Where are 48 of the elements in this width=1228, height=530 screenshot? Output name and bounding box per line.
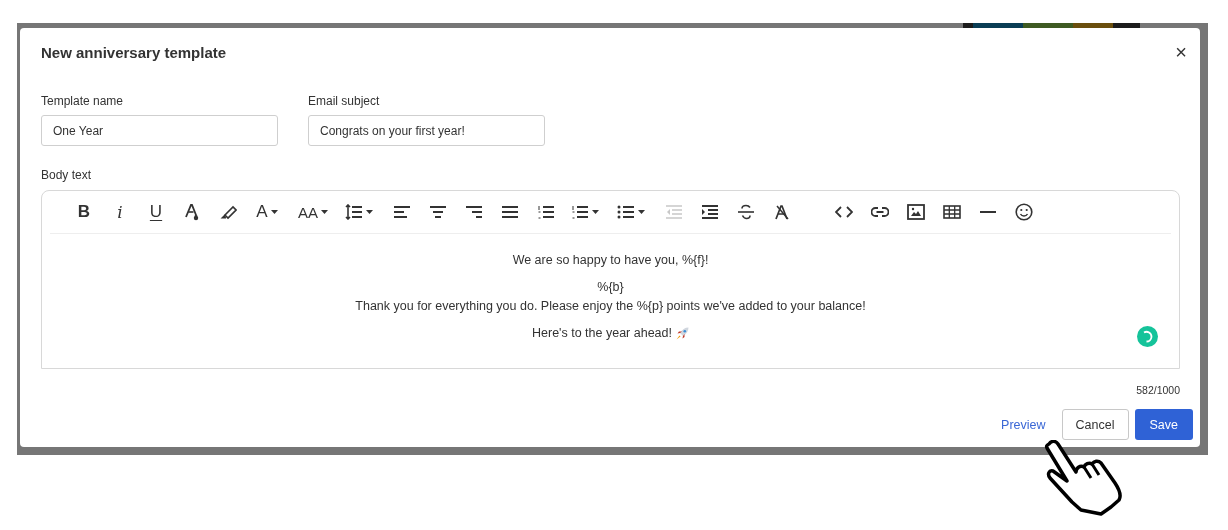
text-field[interactable]: Congrats on your first year! [308, 115, 545, 146]
caret-icon [366, 210, 373, 214]
preview-link[interactable]: Preview [991, 409, 1056, 440]
text-field[interactable]: One Year [41, 115, 278, 146]
align-justify-icon [501, 206, 519, 218]
caret-icon [270, 210, 278, 214]
numbered-list-icon [571, 205, 589, 219]
align-center-icon [429, 206, 447, 218]
image-icon [907, 204, 925, 220]
body-text: Here's to the year ahead! [532, 326, 672, 340]
close-button[interactable]: × [1169, 41, 1193, 63]
code-icon [835, 206, 853, 218]
body-text: We are so happy to have you, %{f}! [512, 253, 709, 267]
align-left-icon [393, 206, 411, 218]
dialog-title: New anniversary template [41, 43, 227, 61]
field-label: Body text [41, 168, 92, 182]
link-icon [871, 207, 889, 217]
caret-icon [592, 210, 599, 214]
grammar-checker-icon[interactable] [1137, 326, 1158, 347]
table-icon [943, 205, 961, 219]
font-size-button[interactable]: AA [292, 198, 338, 226]
body-text: %{b} [597, 280, 624, 294]
bold-button[interactable]: B [66, 198, 102, 226]
rocket-icon [676, 326, 689, 340]
caret-icon [321, 210, 328, 214]
font-button[interactable]: A [246, 198, 292, 226]
rich-text-editor[interactable]: B i U A AA We are so happy to have you, %{f}! %{b} Thank you for everything you do. Please enjoy the %{p} points we've added to your balance! Here's to the year ahead! [41, 190, 1180, 369]
italic-button[interactable]: i [102, 198, 138, 226]
outdent-icon [665, 205, 683, 219]
caret-icon [638, 210, 645, 214]
strikethrough-icon [737, 204, 755, 220]
horizontal-rule-icon [980, 210, 996, 214]
highlighter-icon [219, 204, 237, 220]
indent-icon [701, 205, 719, 219]
underline-button[interactable]: U [138, 198, 174, 226]
body-text: Thank you for everything you do. Please enjoy the %{p} points we've added to your balance! [355, 299, 866, 313]
numbered-list-icon [537, 205, 555, 219]
line-height-icon [345, 204, 363, 220]
bullet-list-icon [617, 205, 635, 219]
character-counter: 582/1000 [1136, 384, 1180, 396]
text-color-icon [184, 203, 200, 221]
field-label: Email subject [308, 94, 381, 108]
cancel-button[interactable]: Cancel [1061, 409, 1129, 440]
emoji-icon [1015, 203, 1033, 221]
align-right-icon [465, 206, 483, 218]
clear-format-icon [774, 204, 790, 220]
save-button[interactable]: Save [1134, 409, 1193, 440]
field-label: Template name [41, 94, 125, 108]
